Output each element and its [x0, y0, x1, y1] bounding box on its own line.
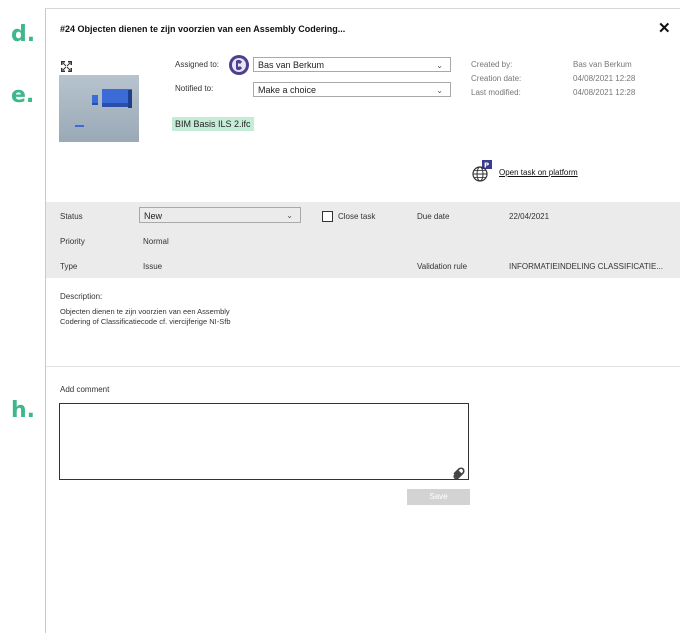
status-select[interactable]: New ⌄	[139, 207, 301, 223]
expand-icon[interactable]	[61, 61, 72, 72]
open-platform-link[interactable]: Open task on platform	[499, 168, 578, 177]
save-button[interactable]: Save	[407, 489, 470, 505]
validation-rule-value: INFORMATIEINDELING CLASSIFICATIE...	[509, 262, 663, 271]
globe-platform-icon[interactable]: P	[472, 160, 494, 182]
file-link[interactable]: BIM Basis ILS 2.ifc	[172, 117, 254, 131]
callout-e: e.	[11, 83, 35, 108]
model-thumbnail[interactable]	[59, 75, 139, 142]
paperclip-icon[interactable]	[452, 467, 465, 480]
close-task-checkbox[interactable]	[322, 211, 333, 222]
due-date-label: Due date	[417, 212, 450, 221]
close-task-label: Close task	[338, 212, 376, 221]
creation-date-label: Creation date:	[471, 74, 522, 83]
creation-date-value: 04/08/2021 12:28	[573, 74, 636, 83]
priority-label: Priority	[60, 237, 85, 246]
priority-value: Normal	[143, 237, 169, 246]
comment-textarea[interactable]	[59, 403, 469, 480]
description-label: Description:	[60, 292, 103, 301]
callout-h: h.	[11, 398, 36, 423]
section-divider	[46, 366, 680, 367]
type-label: Type	[60, 262, 78, 271]
notified-to-label: Notified to:	[175, 84, 214, 93]
notified-to-select[interactable]: Make a choice ⌄	[253, 82, 451, 97]
created-by-value: Bas van Berkum	[573, 60, 632, 69]
user-avatar	[229, 55, 249, 75]
due-date-value: 22/04/2021	[509, 212, 550, 221]
notified-to-value: Make a choice	[258, 85, 317, 95]
status-value: New	[144, 211, 163, 221]
description-line-2: Codering of Classificatiecode cf. vierci…	[60, 317, 231, 326]
created-by-label: Created by:	[471, 60, 513, 69]
chevron-down-icon: ⌄	[436, 86, 443, 95]
validation-rule-label: Validation rule	[417, 262, 468, 271]
callout-d: d.	[11, 22, 36, 47]
chevron-down-icon: ⌄	[286, 211, 293, 220]
close-icon[interactable]: ✕	[658, 19, 671, 37]
add-comment-label: Add comment	[60, 385, 110, 394]
assigned-to-select[interactable]: Bas van Berkum ⌄	[253, 57, 451, 72]
status-label: Status	[60, 212, 83, 221]
assigned-to-value: Bas van Berkum	[258, 60, 325, 70]
assigned-to-label: Assigned to:	[175, 60, 220, 69]
last-modified-label: Last modified:	[471, 88, 521, 97]
task-title: #24 Objecten dienen te zijn voorzien van…	[60, 24, 346, 34]
last-modified-value: 04/08/2021 12:28	[573, 88, 636, 97]
chevron-down-icon: ⌄	[436, 61, 443, 70]
type-value: Issue	[143, 262, 163, 271]
description-line-1: Objecten dienen te zijn voorzien van een…	[60, 307, 230, 316]
